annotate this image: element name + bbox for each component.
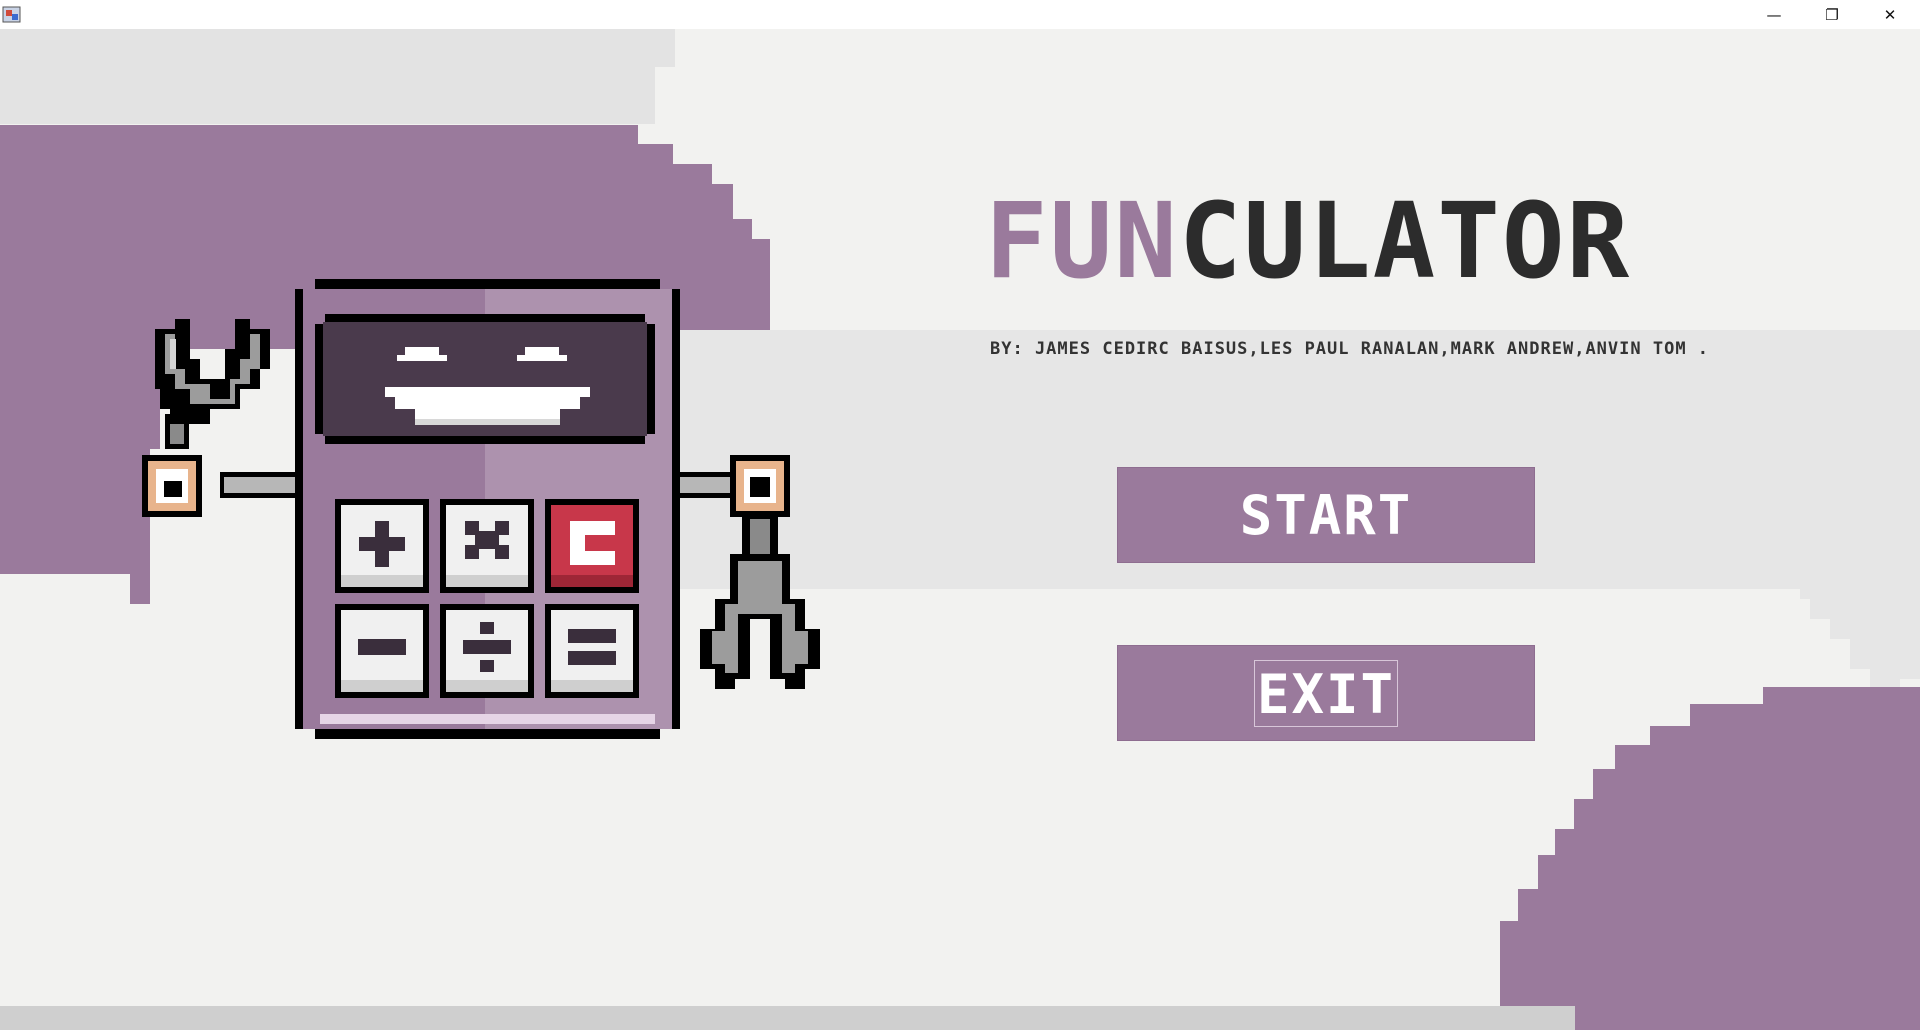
claw-icon <box>700 514 820 689</box>
close-button[interactable]: ✕ <box>1861 0 1919 29</box>
bg-gray-top-band <box>0 29 675 124</box>
credits-text: BY: JAMES CEDIRC BAISUS,LES PAUL RANALAN… <box>990 339 1710 359</box>
left-hand <box>142 455 202 517</box>
exit-button[interactable]: EXIT <box>1117 645 1535 741</box>
bg-purple-bottomright <box>1500 687 1920 1030</box>
java-app-icon <box>2 6 21 23</box>
game-title: FUNCULATOR <box>985 189 1631 293</box>
maximize-button[interactable]: ❐ <box>1803 0 1861 29</box>
bg-bottom-strip <box>0 1006 1575 1030</box>
exit-label: EXIT <box>1253 659 1399 727</box>
main-menu-scene: FUNCULATOR BY: JAMES CEDIRC BAISUS,LES P… <box>0 29 1920 1030</box>
window-titlebar: — ❐ ✕ <box>0 0 1920 29</box>
wrench-icon <box>155 319 270 449</box>
calculator-mascot <box>142 279 820 739</box>
restore-icon: ❐ <box>1825 5 1839 24</box>
title-culator: CULATOR <box>1178 180 1632 302</box>
start-button[interactable]: START <box>1117 467 1535 563</box>
right-hand <box>730 455 790 517</box>
minimize-button[interactable]: — <box>1745 0 1803 29</box>
close-icon: ✕ <box>1883 5 1897 24</box>
minimize-icon: — <box>1766 5 1782 24</box>
start-label: START <box>1239 483 1413 547</box>
title-fun: FUN <box>985 180 1179 302</box>
